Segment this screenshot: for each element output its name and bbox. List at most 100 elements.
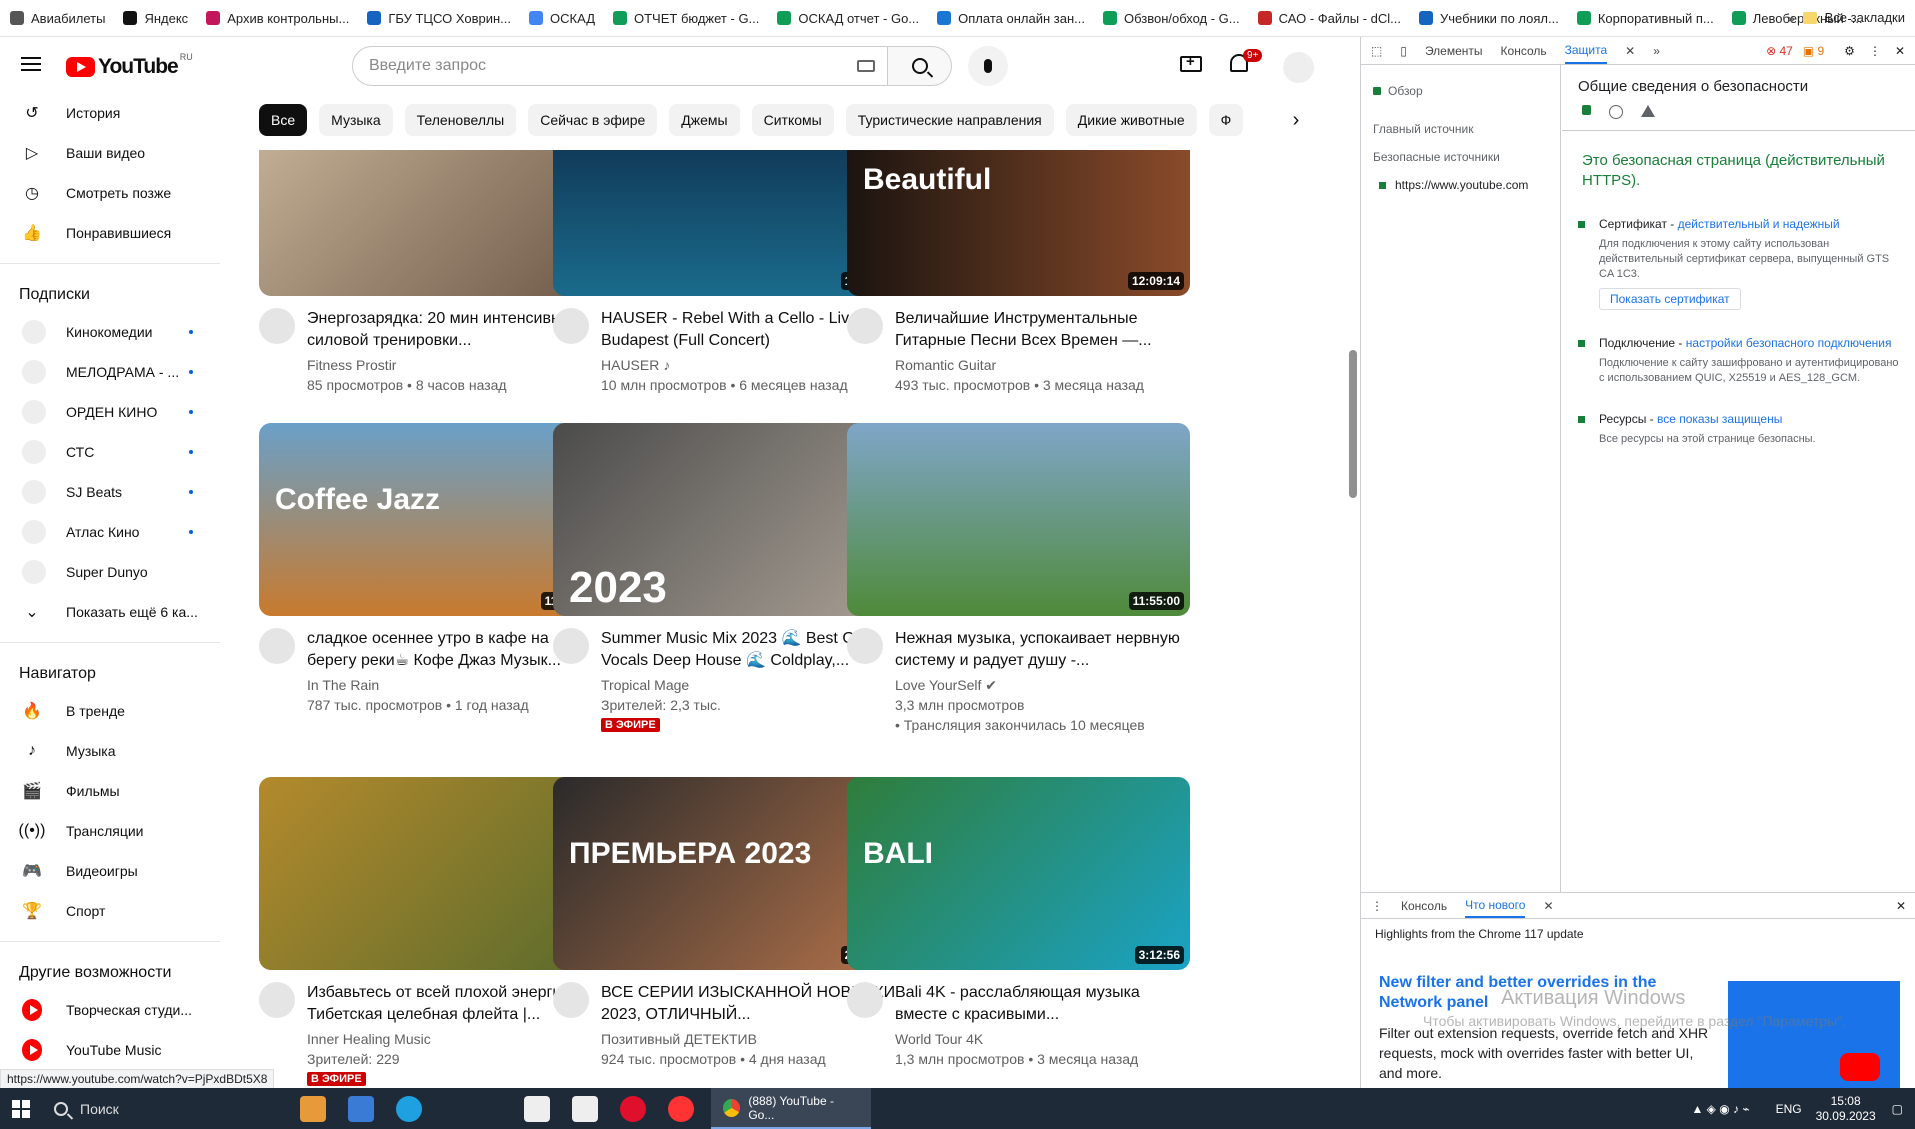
filter-chip[interactable]: Джемы — [669, 104, 740, 136]
close-drawer-icon[interactable]: ✕ — [1896, 899, 1906, 913]
all-bookmarks[interactable]: Все закладки — [1802, 10, 1905, 25]
sidebar-item[interactable]: 👍 Понравившиеся — [0, 213, 225, 253]
channel-avatar[interactable] — [259, 982, 295, 1018]
drawer-menu-icon[interactable]: ⋮ — [1371, 899, 1383, 913]
video-thumbnail[interactable]: 11:55:00 — [847, 423, 1190, 616]
drawer-tab-whats-new[interactable]: Что нового — [1465, 893, 1526, 918]
sidebar-item[interactable]: ▷ Ваши видео — [0, 133, 225, 173]
tab-security[interactable]: Защита — [1564, 37, 1608, 64]
bookmark-item[interactable]: Учебники по лоял... — [1418, 11, 1559, 26]
keyboard-icon[interactable] — [857, 60, 875, 72]
menu-icon[interactable] — [21, 57, 41, 71]
video-card[interactable]: НА ВСЕ ТЕЛО20:10Энергозарядка: 20 мин ин… — [259, 150, 602, 396]
clock[interactable]: 15:08 30.09.2023 — [1816, 1094, 1876, 1124]
channel-name[interactable]: Love YourSelf ✔ — [895, 675, 1190, 695]
video-thumbnail[interactable]: Beautiful 12:09:14 — [847, 150, 1190, 296]
file-icon[interactable] — [524, 1095, 550, 1122]
edge-icon[interactable] — [396, 1095, 422, 1122]
voice-search-button[interactable] — [968, 46, 1008, 86]
language-indicator[interactable]: ENG — [1776, 1102, 1802, 1116]
sidebar-item[interactable]: YouTube Music — [0, 1030, 225, 1070]
sidebar-item[interactable]: ↺ История — [0, 93, 225, 133]
taskbar-chrome-window[interactable]: (888) YouTube - Go... — [711, 1088, 871, 1129]
drawer-tab-console[interactable]: Консоль — [1401, 899, 1447, 913]
video-card[interactable]: Coffee Jazz11:54:56сладкое осеннее утро … — [259, 423, 602, 716]
channel-name[interactable]: World Tour 4K — [895, 1029, 1190, 1049]
youtube-logo[interactable]: YouTube RU — [66, 52, 193, 79]
channel-avatar[interactable] — [553, 308, 589, 344]
bookmark-item[interactable]: Архив контрольны... — [206, 11, 349, 26]
subscription-item[interactable]: Кинокомедии — [0, 312, 225, 352]
video-card[interactable]: ПРЕМЬЕРА 20232:59:36ВСЕ СЕРИИ ИЗЫСКАННОЙ… — [553, 777, 896, 1070]
channel-avatar[interactable] — [259, 628, 295, 664]
close-tab-icon[interactable]: ✕ — [1625, 44, 1635, 58]
video-thumbnail[interactable] — [259, 777, 602, 970]
video-thumbnail[interactable]: ПРЕМЬЕРА 20232:59:36 — [553, 777, 896, 970]
channel-avatar[interactable] — [553, 628, 589, 664]
channel-avatar[interactable] — [553, 982, 589, 1018]
bookmark-item[interactable]: ОТЧЕТ бюджет - G... — [613, 11, 759, 26]
video-thumbnail[interactable]: 1:43:46 — [553, 150, 896, 296]
sidebar-item[interactable]: 🎮 Видеоигры — [0, 851, 225, 891]
overview-item[interactable]: Обзор — [1361, 77, 1560, 105]
bookmark-item[interactable]: Обзвон/обход - G... — [1102, 11, 1240, 26]
warning-count[interactable]: ▣ 9 — [1803, 44, 1824, 58]
settings-icon[interactable]: ⚙ — [1844, 44, 1855, 58]
video-card[interactable]: 1:43:46HAUSER - Rebel With a Cello - Liv… — [553, 150, 896, 396]
bookmark-item[interactable]: Авиабилеты — [10, 11, 105, 26]
bookmarks-more-icon[interactable]: » — [1787, 10, 1795, 26]
kebab-menu-icon[interactable]: ⋮ — [1869, 44, 1881, 58]
sidebar-item[interactable]: 🎬 Фильмы — [0, 771, 225, 811]
video-card[interactable]: Избавьтесь от всей плохой энергии | Тибе… — [259, 777, 602, 1086]
sidebar-item[interactable]: ((•)) Трансляции — [0, 811, 225, 851]
res-link[interactable]: все показы защищены — [1657, 412, 1782, 426]
search-input[interactable]: Введите запрос — [352, 46, 888, 86]
sidebar-item[interactable]: Творческая студи... — [0, 990, 225, 1030]
bookmark-item[interactable]: Яндекс — [123, 11, 188, 26]
chips-next-icon[interactable]: › — [1280, 104, 1312, 136]
sidebar-item[interactable]: 🏆 Спорт — [0, 891, 225, 931]
channel-avatar[interactable] — [847, 628, 883, 664]
show-more-button[interactable]: ⌄ Показать ещё 6 ка... — [0, 592, 225, 632]
news-thumbnail[interactable] — [1728, 981, 1900, 1089]
bookmark-item[interactable]: ГБУ ТЦСО Ховрин... — [367, 11, 511, 26]
opera-icon[interactable] — [620, 1095, 646, 1122]
bookmark-item[interactable]: ОСКАД — [529, 11, 595, 26]
video-title[interactable]: Величайшие Инструментальные Гитарные Пес… — [895, 308, 1190, 352]
filter-chip[interactable]: Дикие животные — [1065, 104, 1197, 136]
video-title[interactable]: Bali 4K - расслабляющая музыка вместе с … — [895, 982, 1190, 1026]
bookmark-item[interactable]: Корпоративный п... — [1576, 11, 1714, 26]
page-scrollbar[interactable] — [1349, 350, 1357, 498]
tab-elements[interactable]: Элементы — [1425, 44, 1483, 58]
error-count[interactable]: ⊗ 47 — [1766, 44, 1793, 58]
widget-icon[interactable] — [300, 1095, 326, 1122]
bookmark-item[interactable]: Оплата онлайн зан... — [937, 11, 1085, 26]
yandex-browser-icon[interactable] — [668, 1095, 694, 1122]
document-icon[interactable] — [572, 1095, 598, 1122]
bookmark-item[interactable]: ОСКАД отчет - Go... — [777, 11, 919, 26]
channel-avatar[interactable] — [259, 308, 295, 344]
view-certificate-button[interactable]: Показать сертификат — [1599, 288, 1741, 310]
calculator-icon[interactable] — [348, 1095, 374, 1122]
filter-chip[interactable]: Туристические направления — [845, 104, 1054, 136]
origin-item[interactable]: https://www.youtube.com — [1361, 171, 1560, 199]
close-devtools-icon[interactable]: ✕ — [1895, 44, 1905, 58]
filter-chip[interactable]: Все — [259, 104, 308, 136]
subscription-item[interactable]: Super Dunyo — [0, 552, 225, 592]
account-avatar[interactable] — [1283, 52, 1314, 83]
filter-chip[interactable]: Теленовеллы — [404, 104, 517, 136]
more-tabs-icon[interactable]: » — [1653, 44, 1660, 58]
video-card[interactable]: Beautiful 12:09:14 Величайшие Инструментал… — [847, 150, 1190, 396]
tab-console[interactable]: Консоль — [1501, 44, 1547, 58]
channel-name[interactable]: Romantic Guitar — [895, 355, 1190, 375]
taskbar-search[interactable]: Поиск — [44, 1088, 289, 1129]
create-video-icon[interactable] — [1180, 53, 1202, 72]
channel-avatar[interactable] — [847, 308, 883, 344]
filter-chip[interactable]: Ситкомы — [751, 104, 834, 136]
inspect-icon[interactable]: ⬚ — [1371, 44, 1382, 58]
cert-link[interactable]: действительный и надежный — [1678, 217, 1840, 231]
tray-icons[interactable]: ▲ ◈ ◉ ♪ ⌁ — [1691, 1102, 1749, 1116]
video-title[interactable]: Нежная музыка, успокаивает нервную систе… — [895, 628, 1190, 672]
device-toolbar-icon[interactable]: ▯ — [1400, 44, 1407, 58]
subscription-item[interactable]: Атлас Кино — [0, 512, 225, 552]
